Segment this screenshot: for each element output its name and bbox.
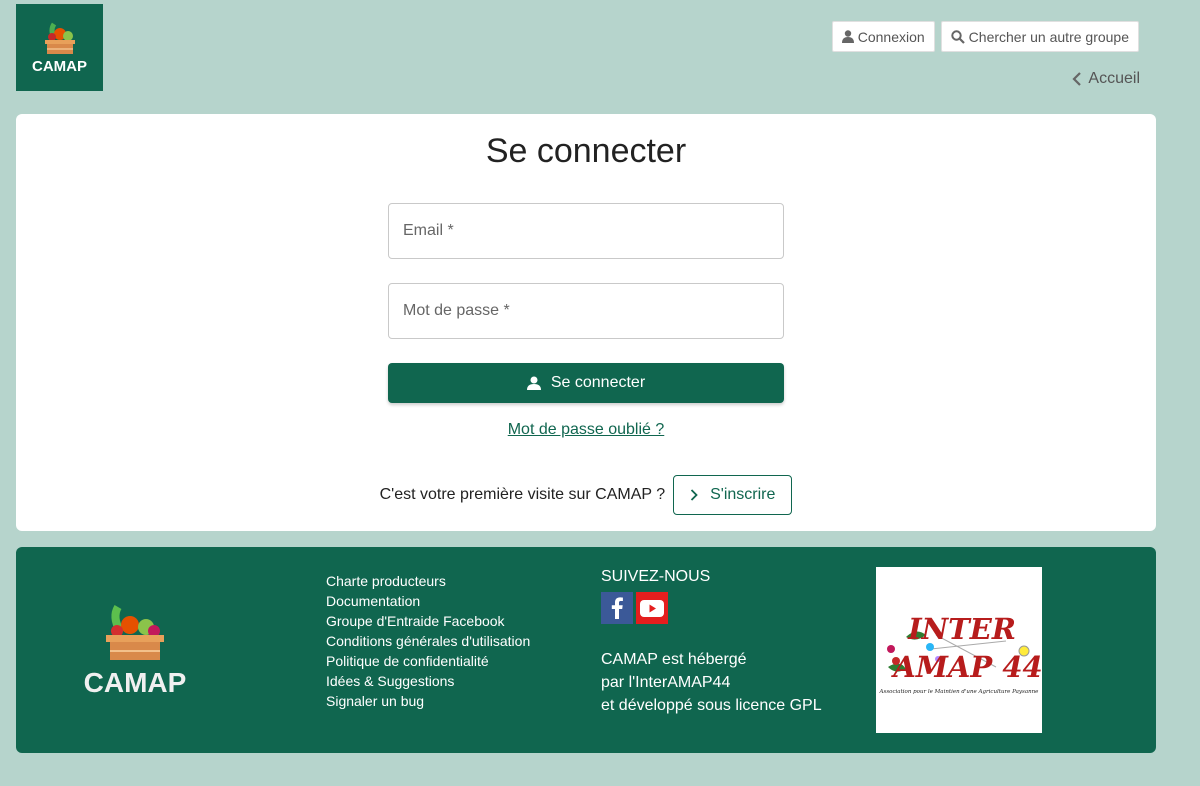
camap-logo[interactable]: CAMAP [16,4,103,91]
signup-button[interactable]: S'inscrire [673,475,793,515]
login-card: Se connecter Se connecter Mot de passe o… [16,114,1156,531]
footer-logo: CAMAP [80,603,190,699]
footer-link-ideas[interactable]: Idées & Suggestions [326,671,530,691]
hosting-info: CAMAP est hébergé par l'InterAMAP44 et d… [601,648,822,717]
logo-text: CAMAP [32,58,87,75]
submit-login-button[interactable]: Se connecter [388,363,784,403]
top-actions: Connexion Chercher un autre groupe [831,21,1139,52]
interamap44-logo-image: INTER AMAP 44 Association pour le Mainti… [879,612,1042,695]
footer-link-report-bug[interactable]: Signaler un bug [326,691,530,711]
footer-logo-text: CAMAP [83,667,187,698]
interamap44-logo-line2: AMAP 44 [890,650,1042,684]
footer-link-facebook-group[interactable]: Groupe d'Entraide Facebook [326,611,530,631]
first-visit-text: C'est votre première visite sur CAMAP ? [379,486,666,503]
social-links [601,592,822,624]
page-title: Se connecter [485,132,687,170]
vegetable-basket-icon [106,604,164,660]
search-group-button[interactable]: Chercher un autre groupe [940,21,1139,52]
footer-link-charter[interactable]: Charte producteurs [326,571,530,591]
email-field[interactable] [388,203,784,259]
vegetable-basket-icon [44,22,75,54]
user-icon [526,376,541,390]
follow-title: SUIVEZ-NOUS [601,568,711,585]
interamap44-logo-tagline: Association pour le Maintien d'une Agric… [879,689,1040,695]
back-home-link[interactable]: Accueil [1072,70,1140,88]
submit-login-label: Se connecter [550,374,646,391]
interamap44-logo[interactable]: INTER AMAP 44 Association pour le Mainti… [876,567,1042,733]
youtube-icon[interactable] [636,592,668,624]
back-home-label: Accueil [1088,70,1140,87]
footer-link-terms[interactable]: Conditions générales d'utilisation [326,631,530,651]
footer-links: Charte producteurs Documentation Groupe … [326,571,530,711]
signup-label: S'inscrire [710,486,776,503]
facebook-icon[interactable] [601,592,633,624]
password-field[interactable] [388,283,784,339]
footer-link-privacy[interactable]: Politique de confidentialité [326,651,530,671]
hosting-line: et développé sous licence GPL [601,697,822,714]
follow-section: SUIVEZ-NOUS CAMAP est hébergé par l'Inte… [601,568,822,717]
search-icon [950,29,965,44]
signup-row: C'est votre première visite sur CAMAP ? … [16,475,1156,515]
hosting-line: par l'InterAMAP44 [601,674,731,691]
forgot-password-link[interactable]: Mot de passe oublié ? [16,421,1156,439]
search-group-label: Chercher un autre groupe [968,28,1129,45]
chevron-right-icon [690,489,698,501]
hosting-line: CAMAP est hébergé [601,651,747,668]
footer: CAMAP Charte producteurs Documentation G… [16,547,1156,753]
interamap44-logo-line1: INTER [907,612,1016,646]
login-button[interactable]: Connexion [831,21,935,52]
user-icon [841,30,854,43]
login-button-label: Connexion [857,28,925,45]
footer-link-documentation[interactable]: Documentation [326,591,530,611]
chevron-left-icon [1072,72,1082,86]
